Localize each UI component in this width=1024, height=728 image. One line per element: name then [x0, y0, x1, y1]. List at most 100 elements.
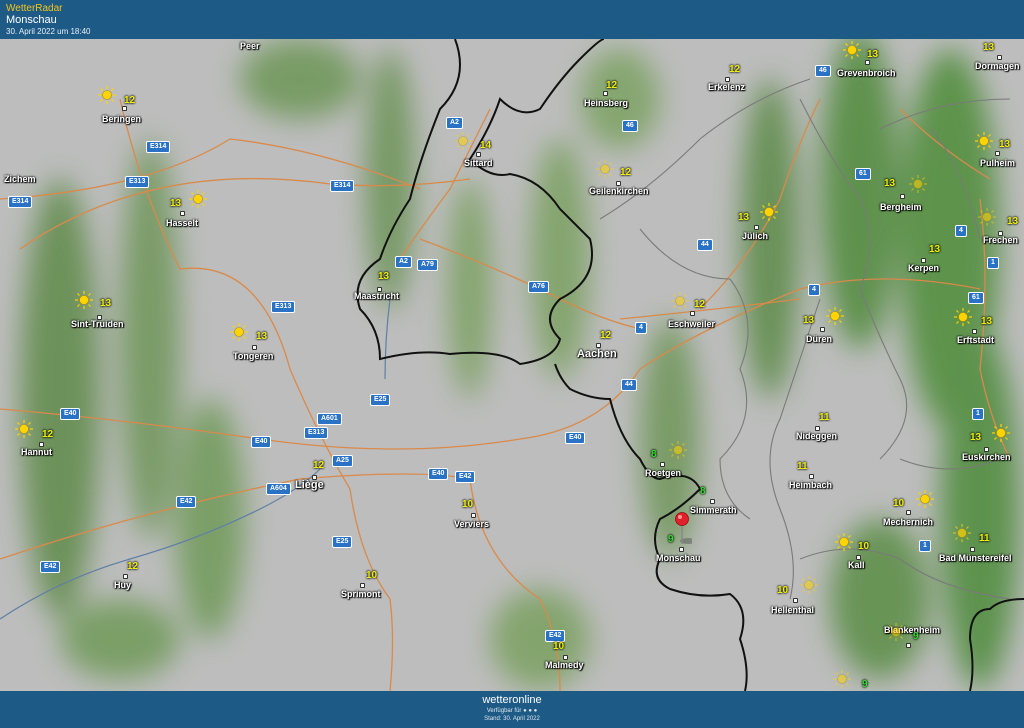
city-label: Kerpen [908, 263, 940, 273]
temperature: 12 [124, 95, 136, 106]
road-sign: E40 [251, 436, 272, 448]
temperature: 13 [738, 212, 750, 223]
temperature: 10 [462, 499, 474, 510]
road-sign: E25 [332, 536, 353, 548]
sun-icon [596, 160, 614, 178]
city-dot [710, 499, 715, 504]
sun-icon [230, 323, 248, 341]
sun-icon [992, 424, 1010, 442]
road-sign: E314 [8, 196, 33, 208]
city-label: Dormagen [975, 61, 1020, 71]
sun-icon [760, 203, 778, 221]
city-label: Zichem [4, 174, 36, 184]
top-bar: WetterRadar Monschau 30. April 2022 um 1… [0, 0, 1024, 39]
sun-icon [671, 292, 689, 310]
city-label: Nideggen [796, 431, 838, 441]
city-dot [906, 643, 911, 648]
road-sign: E314 [330, 180, 355, 192]
road-sign: 4 [808, 284, 820, 296]
temperature: 13 [981, 316, 993, 327]
city-dot [970, 547, 975, 552]
road-sign: E40 [565, 432, 586, 444]
location-title: Monschau [6, 14, 57, 26]
map-background [0, 39, 1024, 691]
temperature: 9 [862, 679, 868, 690]
city-label: Eschweiler [668, 319, 716, 329]
temperature: 11 [797, 461, 808, 472]
road-sign: E42 [40, 561, 61, 573]
temperature: 12 [313, 460, 325, 471]
road-sign: 46 [815, 65, 831, 77]
temperature: 8 [700, 486, 706, 497]
temperature: 8 [651, 449, 657, 460]
road-sign: 44 [621, 379, 637, 391]
road-sign: 1 [972, 408, 984, 420]
location-pin-icon[interactable] [672, 511, 692, 547]
city-label: Heinsberg [584, 98, 629, 108]
road-sign: 4 [955, 225, 967, 237]
city-dot [972, 329, 977, 334]
road-sign: A25 [332, 455, 353, 467]
app-title: WetterRadar [6, 3, 63, 14]
city-dot [865, 60, 870, 65]
temperature: 10 [366, 570, 378, 581]
timestamp: 30. April 2022 um 18:40 [6, 27, 91, 36]
city-label: Sint-Truiden [71, 319, 124, 329]
city-label: Erftstadt [957, 335, 995, 345]
city-label: Maastricht [354, 291, 400, 301]
brand-logo: wetteronline [482, 694, 542, 706]
availability-note: Verfügbar für ● ● ● [486, 708, 538, 714]
city-label: Verviers [454, 519, 490, 529]
temperature: 10 [893, 498, 905, 509]
city-label: Bergheim [880, 202, 922, 212]
temperature: 13 [867, 49, 879, 60]
city-label: Huy [114, 580, 132, 590]
sun-icon [800, 576, 818, 594]
sun-icon [669, 441, 687, 459]
city-label: Peer [240, 41, 260, 51]
road-sign: A601 [317, 413, 342, 425]
city-dot [997, 55, 1002, 60]
road-sign: E40 [60, 408, 81, 420]
road-sign: E313 [271, 301, 296, 313]
temperature: 13 [929, 244, 941, 255]
temperature: 13 [256, 331, 268, 342]
sun-icon [75, 291, 93, 309]
city-label: Monschau [656, 553, 701, 563]
city-label: Erkelenz [708, 82, 746, 92]
city-dot [793, 598, 798, 603]
temperature: 12 [729, 64, 741, 75]
temperature: 12 [600, 330, 612, 341]
temperature: 13 [970, 432, 982, 443]
road-sign: A2 [446, 117, 463, 129]
city-label: Sprimont [341, 589, 381, 599]
city-label: Sittard [464, 158, 493, 168]
road-sign: E42 [176, 496, 197, 508]
city-label: Simmerath [690, 505, 737, 515]
city-dot [995, 151, 1000, 156]
city-label: Roetgen [645, 468, 681, 478]
temperature: 10 [858, 541, 870, 552]
city-label: Malmedy [545, 660, 584, 670]
city-dot [660, 462, 665, 467]
sun-icon [978, 208, 996, 226]
sun-icon [909, 175, 927, 193]
city-dot [603, 91, 608, 96]
road-sign: A2 [395, 256, 412, 268]
road-sign: 46 [622, 120, 638, 132]
sun-icon [916, 490, 934, 508]
sun-icon [98, 86, 116, 104]
city-label: Euskirchen [962, 452, 1011, 462]
sun-icon [826, 307, 844, 325]
temperature: 14 [480, 140, 492, 151]
temperature: 12 [127, 561, 139, 572]
city-dot [809, 474, 814, 479]
road-sign: E313 [304, 427, 329, 439]
temperature: 9 [913, 631, 919, 642]
road-sign: A604 [266, 483, 291, 495]
city-label: Aachen [577, 348, 617, 360]
road-sign: 61 [968, 292, 984, 304]
city-label: Düren [806, 334, 833, 344]
radar-map[interactable]: E314 E313 E314 E314 A2 46 46 61 44 4 4 1… [0, 39, 1024, 691]
temperature: 13 [983, 42, 995, 53]
